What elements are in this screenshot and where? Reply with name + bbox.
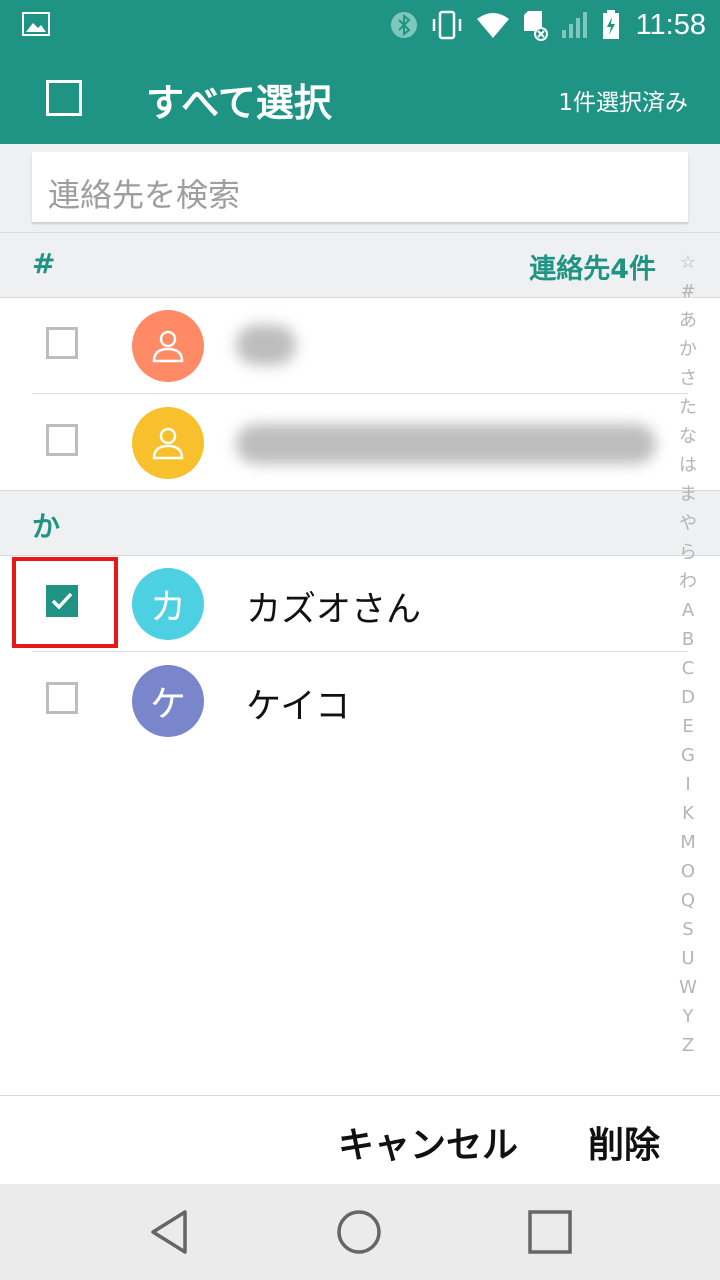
index-letter[interactable]: O: [672, 857, 704, 886]
index-letter[interactable]: あ: [672, 306, 704, 335]
select-all-label[interactable]: すべて選択: [146, 72, 332, 127]
index-letter[interactable]: た: [672, 393, 704, 422]
redacted-name: [236, 325, 296, 365]
contact-checkbox[interactable]: [46, 424, 78, 456]
bottom-action-bar: キャンセル 削除: [0, 1095, 720, 1184]
clock: 11:58: [635, 8, 706, 41]
recents-icon[interactable]: [524, 1206, 576, 1258]
index-letter[interactable]: ☆: [672, 248, 704, 277]
contact-count: 連絡先4件: [529, 254, 656, 285]
index-letter[interactable]: D: [672, 683, 704, 712]
navigation-bar: [0, 1184, 720, 1280]
index-letter[interactable]: S: [672, 915, 704, 944]
section-header-ka: か: [0, 490, 720, 556]
index-letter[interactable]: K: [672, 799, 704, 828]
cancel-button[interactable]: キャンセル: [338, 1116, 518, 1168]
search-area: 連絡先を検索: [0, 144, 720, 232]
status-bar: 11:58: [0, 0, 720, 50]
wifi-icon: [476, 13, 509, 38]
index-letter[interactable]: や: [672, 509, 704, 538]
search-input[interactable]: 連絡先を検索: [32, 152, 688, 222]
home-icon[interactable]: [333, 1206, 385, 1258]
select-all-checkbox[interactable]: [46, 80, 82, 116]
contact-name: ケイコ: [246, 687, 351, 727]
index-letter[interactable]: W: [672, 973, 704, 1002]
section-label: #: [32, 247, 56, 280]
contact-row[interactable]: [0, 394, 688, 491]
selection-app-bar: すべて選択 1件選択済み: [0, 50, 720, 144]
index-letter[interactable]: Z: [672, 1031, 704, 1060]
index-letter[interactable]: E: [672, 712, 704, 741]
index-letter[interactable]: か: [672, 335, 704, 364]
bluetooth-icon: [390, 12, 417, 38]
vibrate-icon: [432, 10, 461, 40]
search-placeholder: 連絡先を検索: [48, 176, 241, 214]
contact-row[interactable]: [0, 297, 688, 394]
index-letter[interactable]: B: [672, 625, 704, 654]
index-letter[interactable]: G: [672, 741, 704, 770]
index-letter[interactable]: Y: [672, 1002, 704, 1031]
signal-icon: [561, 12, 587, 38]
index-letter[interactable]: ら: [672, 538, 704, 567]
index-letter[interactable]: I: [672, 770, 704, 799]
contact-checkbox[interactable]: [46, 682, 78, 714]
index-letter[interactable]: A: [672, 596, 704, 625]
contact-row[interactable]: ケ ケイコ: [0, 652, 688, 749]
person-icon: [152, 330, 184, 363]
avatar: [132, 407, 204, 479]
index-letter[interactable]: Q: [672, 886, 704, 915]
avatar: カ: [132, 568, 204, 640]
person-icon: [152, 427, 184, 460]
index-letter[interactable]: わ: [672, 567, 704, 596]
back-icon[interactable]: [145, 1206, 197, 1258]
avatar: ケ: [132, 665, 204, 737]
redacted-name: [236, 424, 656, 464]
index-letter[interactable]: は: [672, 451, 704, 480]
index-letter[interactable]: U: [672, 944, 704, 973]
image-icon: [22, 12, 50, 36]
checkbox-highlight: [12, 557, 118, 648]
index-letter[interactable]: な: [672, 422, 704, 451]
alphabet-index-bar[interactable]: ☆ # あかさたなはまやらわ A B C D E G I K M O Q S U W Y Z: [672, 248, 704, 1060]
index-letter[interactable]: さ: [672, 364, 704, 393]
sd-card-icon: [523, 11, 548, 41]
section-label: か: [32, 510, 61, 543]
index-letter[interactable]: ま: [672, 480, 704, 509]
battery-charging-icon: [602, 10, 619, 39]
avatar: [132, 310, 204, 382]
contact-name: カズオさん: [246, 590, 422, 630]
index-letter[interactable]: #: [672, 277, 704, 306]
section-header-hash: # 連絡先4件: [0, 232, 720, 298]
contact-checkbox[interactable]: [46, 327, 78, 359]
index-letter[interactable]: C: [672, 654, 704, 683]
selected-count: 1件選択済み: [558, 90, 688, 116]
delete-button[interactable]: 削除: [588, 1116, 660, 1168]
index-letter[interactable]: M: [672, 828, 704, 857]
